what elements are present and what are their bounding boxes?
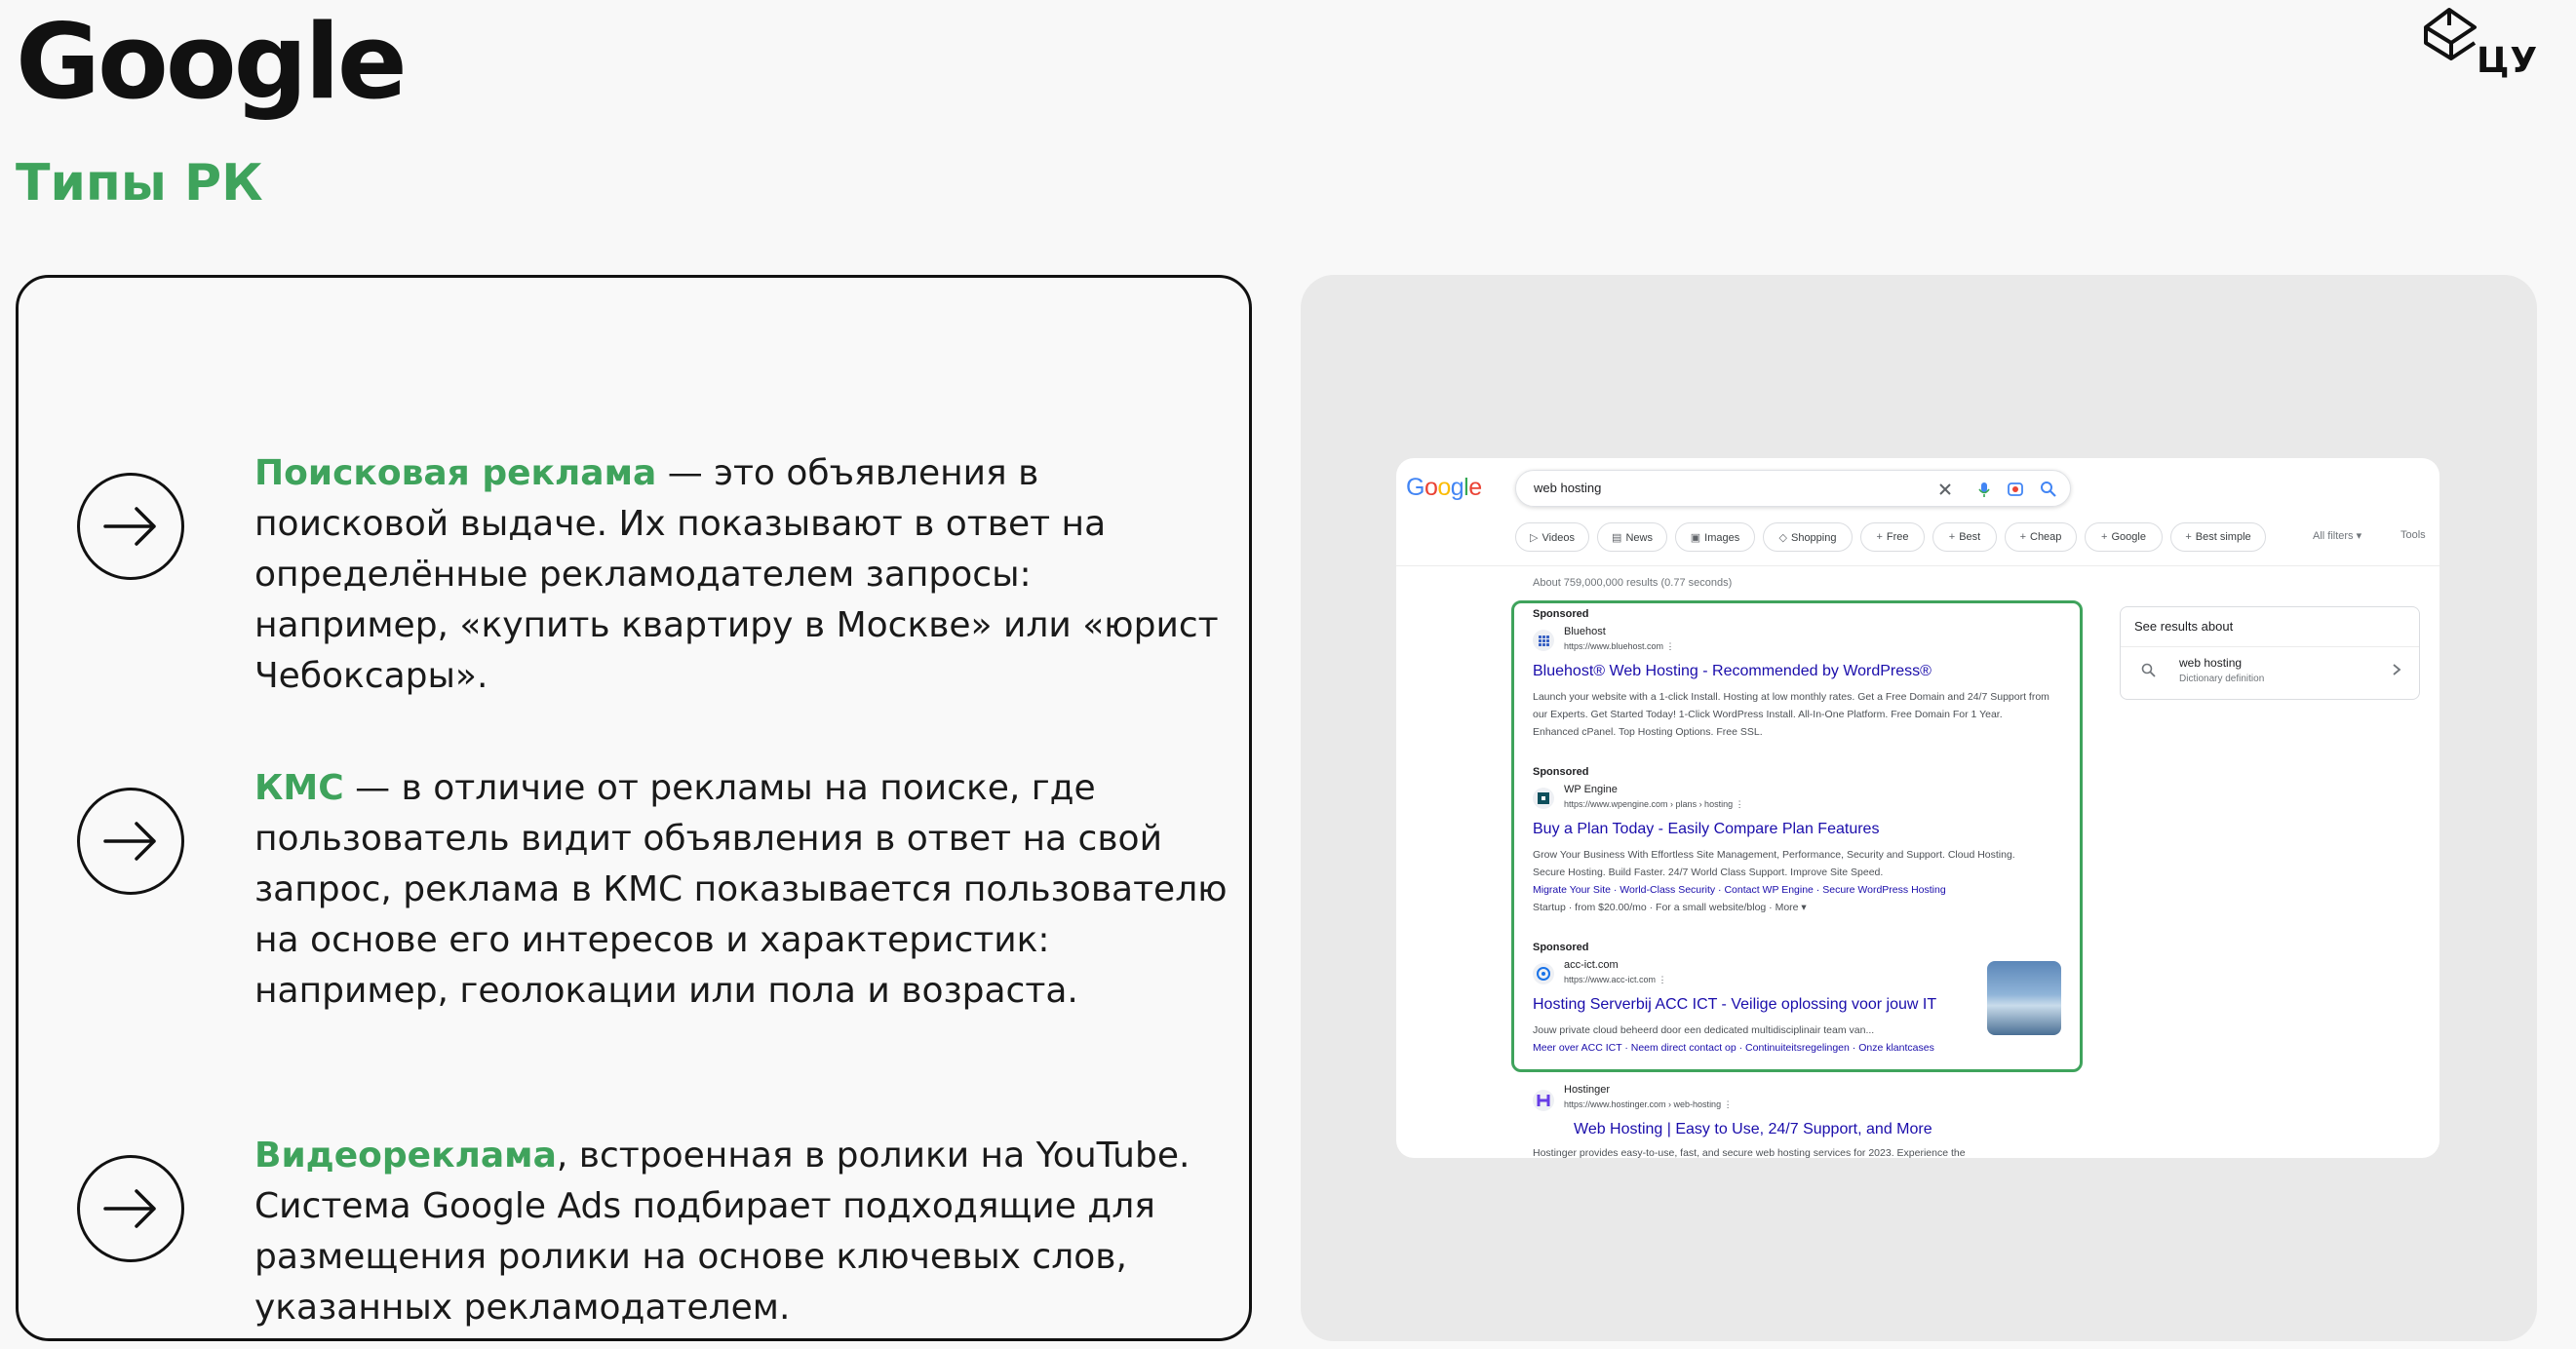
ad-site-name: Bluehost bbox=[1564, 626, 1606, 637]
item-body: — в отличие от рекламы на поиске, где по… bbox=[254, 768, 1228, 1011]
item-text: КМС — в отличие от рекламы на поиске, гд… bbox=[254, 763, 1229, 1017]
search-input[interactable]: web hosting bbox=[1515, 470, 2071, 507]
plus-icon: + bbox=[2101, 531, 2108, 543]
chip-free[interactable]: + Free bbox=[1860, 522, 1925, 552]
item-highlight: Поисковая реклама bbox=[254, 453, 657, 493]
ad-title-link[interactable]: Bluehost® Web Hosting - Recommended by W… bbox=[1533, 663, 1932, 680]
google-logo: Google bbox=[1406, 474, 1482, 501]
sponsored-label: Sponsored bbox=[1533, 942, 1589, 953]
slide-subtitle: Типы РК bbox=[16, 154, 263, 212]
sponsored-label: Sponsored bbox=[1533, 608, 1589, 620]
ad-sitelinks[interactable]: Meer over ACC ICT · Neem direct contact … bbox=[1533, 1039, 1981, 1057]
ad-site-name: WP Engine bbox=[1564, 784, 1618, 795]
ad-thumbnail-image bbox=[1987, 961, 2061, 1035]
ad-extension: Startup · from $20.00/mo · For a small w… bbox=[1533, 902, 1807, 913]
plus-icon: + bbox=[2019, 531, 2026, 543]
slide-title: Google bbox=[16, 2, 408, 122]
result-title-link[interactable]: Web Hosting | Easy to Use, 24/7 Support,… bbox=[1574, 1121, 1932, 1138]
lens-icon[interactable] bbox=[2006, 480, 2025, 499]
divider bbox=[1396, 565, 2439, 566]
ad-description: Jouw private cloud beheerd door een dedi… bbox=[1533, 1021, 1981, 1057]
google-serp-screenshot: Google web hosting ▷ Videos ▤ News ▣ Images… bbox=[1396, 458, 2439, 1158]
search-icon bbox=[2141, 663, 2156, 677]
image-icon: ▣ bbox=[1690, 532, 1701, 544]
chip-news[interactable]: ▤ News bbox=[1597, 522, 1667, 552]
screenshot-card: Google web hosting ▷ Videos ▤ News ▣ Images… bbox=[1301, 275, 2537, 1341]
arrow-right-icon bbox=[77, 1155, 184, 1262]
tools-button[interactable]: Tools bbox=[2400, 529, 2426, 541]
item-text: Поисковая реклама — это объявления в пои… bbox=[254, 448, 1229, 702]
arrow-right-icon bbox=[77, 788, 184, 895]
chip-best-simple[interactable]: + Best simple bbox=[2170, 522, 2266, 552]
arrow-right-icon bbox=[77, 473, 184, 580]
see-results-about-panel[interactable]: See results about web hosting Dictionary… bbox=[2120, 606, 2420, 700]
plus-icon: + bbox=[2185, 531, 2192, 543]
all-filters-button[interactable]: All filters ▾ bbox=[2313, 529, 2361, 542]
panel-term: web hosting bbox=[2179, 656, 2243, 670]
item-text: Видеореклама, встроенная в ролики на You… bbox=[254, 1131, 1229, 1333]
ad-title-link[interactable]: Hosting Serverbij ACC ICT - Veilige oplo… bbox=[1533, 996, 1936, 1014]
chip-google[interactable]: + Google bbox=[2085, 522, 2163, 552]
tag-icon: ◇ bbox=[1778, 532, 1787, 544]
search-query: web hosting bbox=[1534, 481, 1602, 495]
ad-url[interactable]: https://www.acc-ict.com ⋮ bbox=[1564, 975, 1667, 985]
result-url[interactable]: https://www.hostinger.com › web-hosting … bbox=[1564, 1099, 1733, 1110]
chevron-right-icon bbox=[2393, 664, 2401, 675]
ad-description: Grow Your Business With Effortless Site … bbox=[1533, 846, 2049, 916]
hostinger-favicon-icon bbox=[1533, 1090, 1554, 1111]
video-icon: ▷ bbox=[1530, 532, 1539, 544]
plus-icon: + bbox=[1876, 531, 1883, 543]
panel-heading: See results about bbox=[2134, 619, 2234, 634]
bluehost-favicon-icon bbox=[1533, 630, 1554, 651]
ad-description: Launch your website with a 1-click Insta… bbox=[1533, 691, 2049, 738]
item-highlight: Видеореклама bbox=[254, 1136, 557, 1176]
sponsored-label: Sponsored bbox=[1533, 766, 1589, 778]
ad-site-name: acc-ict.com bbox=[1564, 959, 1619, 971]
wpengine-favicon-icon bbox=[1533, 788, 1554, 809]
microphone-icon[interactable] bbox=[1974, 480, 1994, 499]
item-highlight: КМС bbox=[254, 768, 344, 808]
chip-shopping[interactable]: ◇ Shopping bbox=[1763, 522, 1853, 552]
plus-icon: + bbox=[1948, 531, 1956, 543]
ad-url[interactable]: https://www.bluehost.com ⋮ bbox=[1564, 641, 1675, 652]
chip-best[interactable]: + Best bbox=[1932, 522, 1997, 552]
ad-url[interactable]: https://www.wpengine.com › plans › hosti… bbox=[1564, 799, 1744, 810]
ad-sitelinks[interactable]: Migrate Your Site · World-Class Security… bbox=[1533, 881, 2049, 899]
ad-title-link[interactable]: Buy a Plan Today - Easily Compare Plan F… bbox=[1533, 821, 1879, 838]
logo-text: ЦУ bbox=[2477, 41, 2539, 81]
chip-cheap[interactable]: + Cheap bbox=[2005, 522, 2077, 552]
clear-icon[interactable] bbox=[1935, 480, 1955, 499]
panel-definition: Dictionary definition bbox=[2179, 674, 2265, 684]
chip-images[interactable]: ▣ Images bbox=[1675, 522, 1755, 552]
text-card: Поисковая реклама — это объявления в пои… bbox=[16, 275, 1252, 1341]
news-icon: ▤ bbox=[1612, 532, 1622, 544]
search-icon[interactable] bbox=[2039, 480, 2058, 499]
divider bbox=[2121, 646, 2419, 647]
result-stats: About 759,000,000 results (0.77 seconds) bbox=[1533, 577, 1733, 589]
chip-videos[interactable]: ▷ Videos bbox=[1515, 522, 1589, 552]
result-description: Hostinger provides easy-to-use, fast, an… bbox=[1533, 1147, 1966, 1158]
result-site-name: Hostinger bbox=[1564, 1084, 1611, 1096]
globe-favicon-icon bbox=[1533, 963, 1554, 984]
